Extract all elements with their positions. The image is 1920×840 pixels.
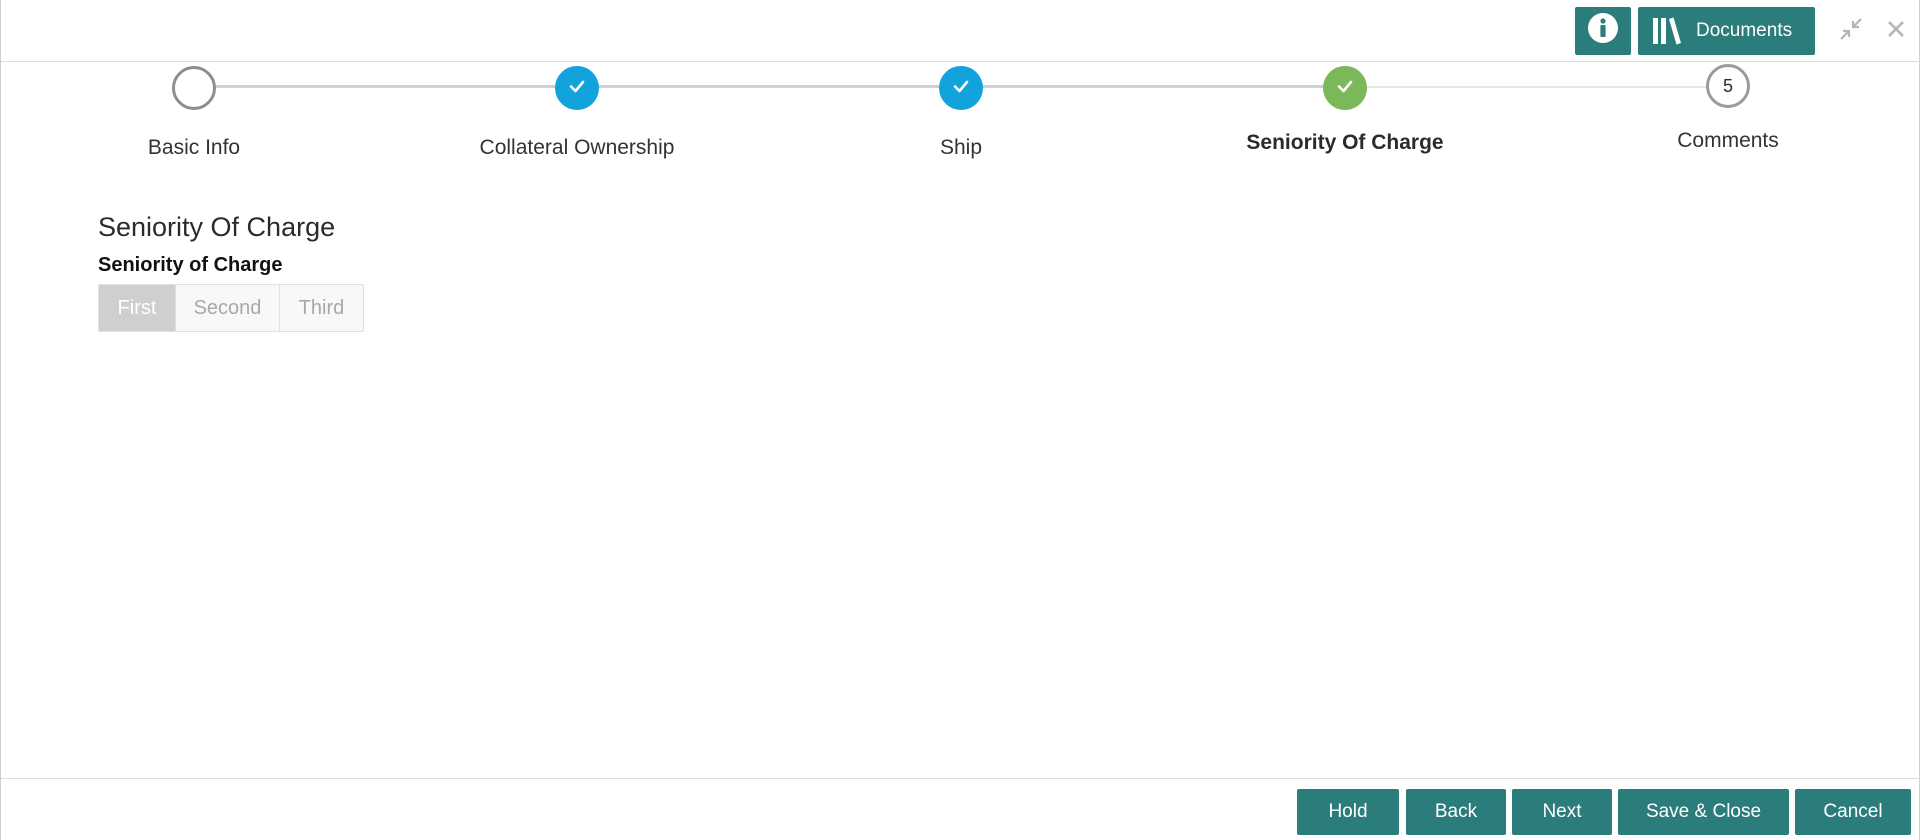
documents-button[interactable]: Documents (1638, 7, 1815, 55)
back-button[interactable]: Back (1406, 789, 1506, 835)
step-1-label[interactable]: Basic Info (44, 136, 344, 160)
hold-button[interactable]: Hold (1297, 789, 1399, 835)
step-5-number: 5 (1722, 75, 1733, 96)
dialog-window: Documents Basic Info Collateral Ownershi… (0, 0, 1920, 840)
option-first[interactable]: First (99, 285, 176, 331)
next-button[interactable]: Next (1512, 789, 1612, 835)
step-connector (597, 85, 939, 88)
step-4-node[interactable] (1323, 66, 1367, 110)
seniority-field-label: Seniority of Charge (98, 254, 283, 276)
close-icon (1887, 20, 1905, 43)
section-title: Seniority Of Charge (98, 212, 336, 242)
close-button[interactable] (1881, 16, 1911, 46)
step-1-node[interactable] (172, 66, 216, 110)
option-third[interactable]: Third (280, 285, 363, 331)
save-close-button[interactable]: Save & Close (1618, 789, 1789, 835)
footer-bar: Hold Back Next Save & Close Cancel (1, 778, 1920, 840)
library-icon (1652, 17, 1682, 45)
progress-stepper: Basic Info Collateral Ownership Ship Sen… (1, 62, 1920, 172)
step-5-node[interactable]: 5 (1706, 64, 1750, 108)
step-2-node[interactable] (555, 66, 599, 110)
step-3-label[interactable]: Ship (811, 136, 1111, 160)
minimize-button[interactable] (1836, 16, 1866, 46)
seniority-toggle-group: First Second Third (98, 284, 364, 332)
checkmark-icon (951, 76, 971, 101)
minimize-icon (1839, 17, 1863, 46)
checkmark-icon (567, 76, 587, 101)
info-button[interactable] (1575, 7, 1631, 55)
documents-label: Documents (1696, 20, 1793, 41)
info-icon (1587, 12, 1619, 50)
step-3-node[interactable] (939, 66, 983, 110)
step-connector (213, 85, 555, 88)
step-2-label[interactable]: Collateral Ownership (427, 136, 727, 160)
checkmark-icon (1335, 76, 1355, 101)
step-5-label[interactable]: Comments (1578, 129, 1878, 153)
step-connector (982, 85, 1324, 88)
option-second[interactable]: Second (176, 285, 280, 331)
cancel-button[interactable]: Cancel (1795, 789, 1911, 835)
top-header: Documents (1, 0, 1920, 62)
step-connector (1366, 86, 1708, 88)
step-4-label[interactable]: Seniority Of Charge (1195, 131, 1495, 155)
